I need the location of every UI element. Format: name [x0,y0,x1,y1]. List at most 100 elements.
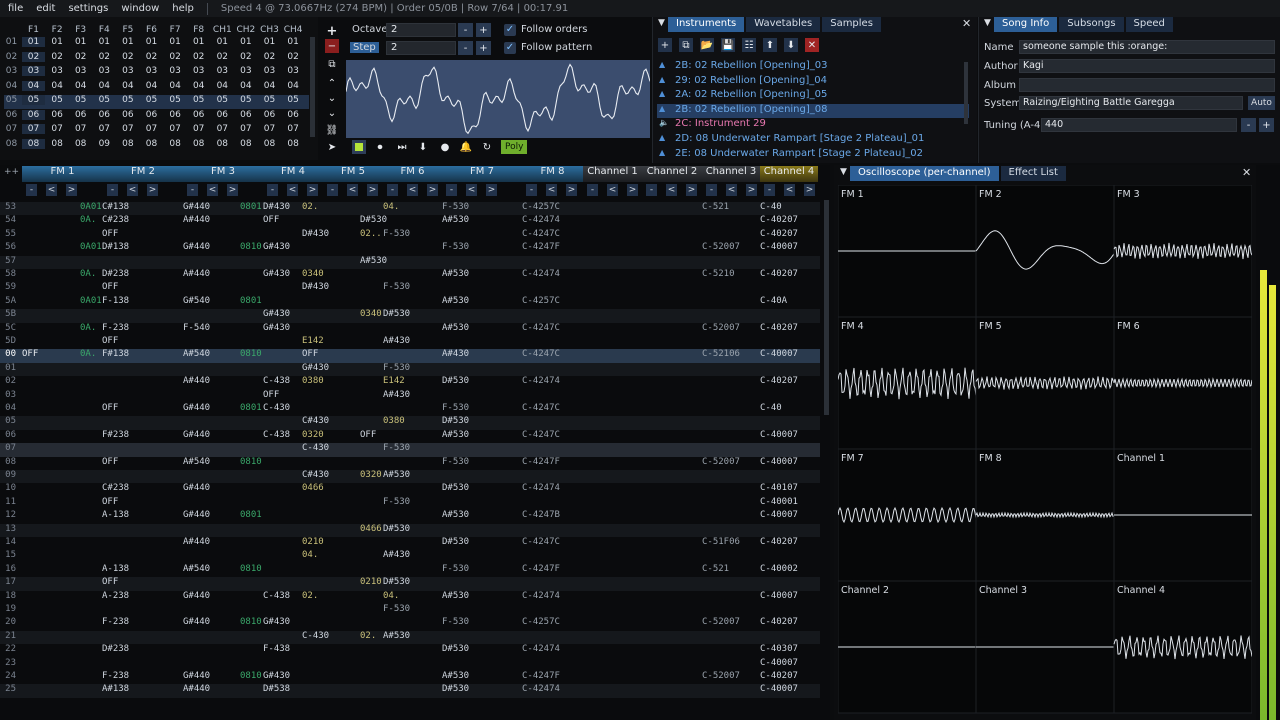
pattern-cell[interactable]: A#440 [183,376,210,386]
move-up-icon[interactable]: ⌃ [325,76,339,90]
pattern-cell[interactable]: A#430 [383,390,410,400]
pattern-cell[interactable]: 0466 [360,524,382,534]
pattern-cell[interactable]: OFF [22,349,38,359]
order-cell[interactable]: 08 [211,139,234,149]
pattern-cell[interactable]: D#430 [263,202,290,212]
pattern-cell[interactable]: D#530 [442,644,469,654]
pattern-cell[interactable]: C-40007 [760,591,798,601]
pattern-cell[interactable]: C-52007 [702,323,740,333]
order-cell[interactable]: 01 [69,37,92,47]
pattern-cell[interactable]: G#440 [183,403,210,413]
pattern-cell[interactable]: C-42474 [522,269,560,279]
pattern-cell[interactable]: C-40207 [760,537,798,547]
add-order-icon[interactable]: + [325,24,339,39]
pattern-cell[interactable]: G#440 [183,242,210,252]
duplicate-instrument-icon[interactable]: ⧉ [679,38,693,52]
pattern-cell[interactable]: 0466 [302,483,324,493]
pattern-cell[interactable]: C-521 [702,564,729,574]
order-cell[interactable]: 02 [140,52,163,62]
order-cell[interactable]: 06 [187,110,210,120]
pattern-cell[interactable]: A#530 [383,470,410,480]
order-cell[interactable]: 02 [116,52,139,62]
move-up-instrument-icon[interactable]: ⬆ [763,38,777,52]
scroll-down-icon[interactable]: ⌄ [325,106,339,120]
pattern-cell[interactable]: C-42474 [522,483,560,493]
pattern-cell[interactable]: C#430 [302,470,329,480]
order-cell[interactable]: 07 [234,124,257,134]
channel-control-button[interactable]: - [587,184,598,196]
pattern-cell[interactable]: D#530 [383,577,410,587]
order-cell[interactable]: 07 [258,124,281,134]
pattern-cell[interactable]: G#430 [263,309,290,319]
pattern-row[interactable]: 09......................................… [0,470,820,484]
pattern-cell[interactable]: C-40007 [760,457,798,467]
channel-header[interactable]: Channel 4 [760,166,818,182]
octave-input[interactable]: 2 [386,23,456,37]
pattern-row[interactable]: 59......................................… [0,282,820,295]
pattern-cell[interactable]: D#530 [442,416,469,426]
order-cell[interactable]: 01 [234,37,257,47]
tab-samples[interactable]: Samples [822,17,881,32]
pattern-cell[interactable]: 0380 [302,376,324,386]
pattern-cell[interactable]: A#530 [442,671,469,681]
order-row[interactable]: 01 01 01 01 01 01 01 01 01 01 01 01 01 [4,37,309,51]
auto-button[interactable]: Auto [1248,96,1275,110]
pattern-cell[interactable]: A-138 [102,564,129,574]
pattern-cell[interactable]: C-5210 [702,269,735,279]
channel-control-button[interactable]: < [347,184,358,196]
duplicate-order-icon[interactable]: ⧉ [325,57,339,71]
pattern-cell[interactable]: 0810 [240,457,262,467]
order-cell[interactable]: 04 [282,81,305,91]
pattern-cell[interactable]: D#138 [102,242,129,252]
pattern-cell[interactable]: C-521 [702,202,729,212]
instrument-item[interactable]: ▲ 2D: 08 Underwater Rampart [Stage 2 Plat… [657,133,969,148]
pattern-row[interactable]: 5B......................................… [0,309,820,323]
order-row[interactable]: 08 08 08 08 09 08 08 08 08 08 08 08 08 [4,138,309,153]
pattern-cell[interactable]: 04. [383,202,399,212]
order-cell[interactable]: 01 [22,37,45,47]
pattern-cell[interactable]: C-40207 [760,617,798,627]
pattern-row[interactable]: 06......................................… [0,430,820,443]
channel-control-button[interactable]: > [746,184,757,196]
pattern-cell[interactable]: A#530 [383,631,410,641]
channel-control-button[interactable]: < [207,184,218,196]
pointer-icon[interactable]: ➤ [325,140,339,154]
octave-increment[interactable]: + [476,23,491,37]
order-cell[interactable]: 05 [187,95,210,105]
menu-help[interactable]: help [172,3,194,14]
pattern-cell[interactable]: OFF [102,403,118,413]
pattern-row[interactable]: 16......................................… [0,564,820,577]
order-cell[interactable]: 06 [234,110,257,120]
menu-window[interactable]: window [121,3,159,14]
pattern-cell[interactable]: F-530 [442,564,469,574]
pattern-cell[interactable]: 0210 [302,537,324,547]
pattern-cell[interactable]: D#538 [263,684,290,694]
pattern-cell[interactable]: C-438 [263,430,290,440]
pattern-cell[interactable]: F-530 [383,363,410,373]
step-play-icon[interactable]: ⏭ [395,140,409,154]
channel-header[interactable]: Channel 3 [702,166,760,182]
order-cell[interactable]: 08 [46,139,69,149]
order-cell[interactable]: 01 [258,37,281,47]
pattern-cell[interactable]: D#530 [442,483,469,493]
pattern-cell[interactable]: OFF [102,282,118,292]
pattern-cell[interactable]: F-530 [383,604,410,614]
order-cell[interactable]: 06 [93,110,116,120]
order-cell[interactable]: 02 [164,52,187,62]
order-cell[interactable]: 04 [93,81,116,91]
order-cell[interactable]: 04 [116,81,139,91]
pattern-cell[interactable]: A#530 [442,510,469,520]
pattern-cell[interactable]: 0320 [302,430,324,440]
channel-control-button[interactable]: < [287,184,298,196]
instrument-item[interactable]: ▲ 2B: 02 Rebellion [Opening]_08 [657,103,969,119]
order-cell[interactable]: 08 [164,139,187,149]
order-cell[interactable]: 04 [258,81,281,91]
order-cell[interactable]: 06 [258,110,281,120]
channel-control-button[interactable]: - [526,184,537,196]
order-cell[interactable]: 06 [69,110,92,120]
pattern-cell[interactable]: 0A. [80,269,96,279]
pattern-cell[interactable]: 0801 [240,202,262,212]
tab-speed[interactable]: Speed [1125,17,1173,32]
pattern-cell[interactable]: A-138 [102,510,129,520]
tuning-input[interactable]: 440 [1041,118,1237,132]
